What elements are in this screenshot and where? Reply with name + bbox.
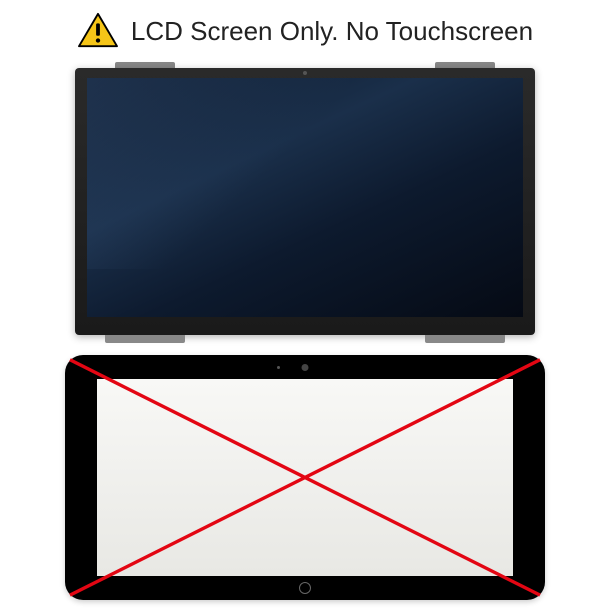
touchscreen-crossed-image: [65, 355, 545, 600]
header-text: LCD Screen Only. No Touchscreen: [131, 16, 533, 47]
lcd-screen-image: [75, 68, 535, 335]
warning-triangle-icon: [77, 12, 119, 50]
touchscreen-home-button: [299, 582, 311, 594]
lcd-reflection: [87, 78, 349, 269]
lcd-bezel: [75, 68, 535, 335]
touchscreen-sensor-dot: [277, 366, 280, 369]
lcd-mounting-tab: [425, 335, 505, 343]
touchscreen-camera-dot: [302, 364, 309, 371]
lcd-camera-dot: [303, 71, 307, 75]
header: LCD Screen Only. No Touchscreen: [77, 12, 533, 50]
touchscreen-glass: [97, 379, 513, 576]
touchscreen-bezel: [65, 355, 545, 600]
lcd-mounting-tab: [105, 335, 185, 343]
lcd-display: [87, 78, 523, 317]
